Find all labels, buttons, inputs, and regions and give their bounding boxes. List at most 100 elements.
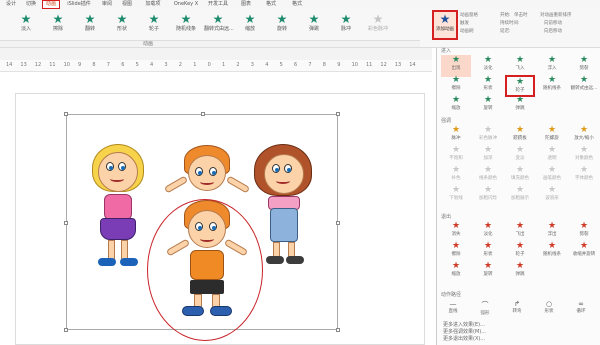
emph-effect-item[interactable]: ★ 下划线 [441, 185, 471, 207]
entr-effect-item[interactable]: ★ 随机线条 [537, 75, 567, 97]
star-icon: ★ [483, 261, 493, 271]
exit-effect-item[interactable]: ★ 擦除 [441, 241, 471, 263]
tab-8[interactable]: 开发工具 [204, 0, 232, 9]
gallery-item[interactable]: ★ 擦除 [44, 12, 72, 40]
gallery-item[interactable]: ★ 彩色脉冲 [364, 12, 392, 40]
entr-effect-item[interactable]: ★ 浮入 [537, 55, 567, 77]
effect-label: 跷跷板 [513, 136, 527, 141]
motion-path-item[interactable]: — 直线 [441, 300, 465, 314]
tab-1[interactable]: 切换 [22, 0, 40, 9]
emph-effect-item[interactable]: ★ 变淡 [505, 145, 535, 167]
emph-effect-item[interactable]: ★ 脉冲 [441, 125, 471, 147]
move-later-button[interactable]: 向后移动 [544, 29, 562, 35]
effect-label: 淡化 [483, 232, 493, 237]
entr-effect-item[interactable]: ★ 旋转 [473, 95, 503, 117]
motion-path-item[interactable]: ↱ 转弯 [505, 300, 529, 314]
entr-effect-item[interactable]: ★ 轮子 [505, 75, 535, 97]
entr-effect-item[interactable]: ★ 出现 [441, 55, 471, 77]
resize-handle[interactable] [336, 328, 340, 332]
emph-effect-item[interactable]: ★ 加粗闪烁 [473, 185, 503, 207]
more-effects-link[interactable]: 更多退出效果(X)... [443, 336, 485, 343]
emph-effect-item[interactable]: ★ 跷跷板 [505, 125, 535, 147]
resize-handle[interactable] [336, 221, 340, 225]
exit-effect-item[interactable]: ★ 浮出 [537, 221, 567, 243]
tab-10[interactable]: 格式 [260, 0, 282, 9]
add-animation-button[interactable]: ★ 添加动画 [432, 10, 458, 40]
exit-effect-item[interactable]: ★ 弹跳 [505, 261, 535, 283]
emph-effect-item[interactable]: ★ 放大/缩小 [569, 125, 599, 147]
tab-4[interactable]: 审阅 [98, 0, 116, 9]
exit-effect-item[interactable]: ★ 轮子 [505, 241, 535, 263]
blonde-girl-illustration [90, 142, 146, 272]
gallery-item[interactable]: ★ 随机线条 [172, 12, 200, 40]
resize-handle[interactable] [64, 328, 68, 332]
exit-effect-item[interactable]: ★ 消失 [441, 221, 471, 243]
tab-0[interactable]: 设计 [2, 0, 20, 9]
resize-handle[interactable] [201, 112, 205, 116]
motion-path-item[interactable]: ○ 形状 [537, 300, 561, 314]
gallery-item[interactable]: ★ 弹跳 [300, 12, 328, 40]
tab-2[interactable]: 动画 [42, 0, 60, 9]
motion-path-item[interactable]: ∞ 循环 [569, 300, 593, 314]
ruler-number: 1 [193, 62, 197, 68]
exit-effect-item[interactable]: ★ 淡化 [473, 221, 503, 243]
emph-effect-item[interactable]: ★ 线条颜色 [473, 165, 503, 187]
entr-effect-item[interactable]: ★ 缩放 [441, 95, 471, 117]
emph-effect-item[interactable]: ★ 加粗展示 [505, 185, 535, 207]
emph-effect-item[interactable]: ★ 加深 [473, 145, 503, 167]
tab-3[interactable]: iSlide插件 [62, 0, 96, 9]
emph-effect-item[interactable]: ★ 不饱和 [441, 145, 471, 167]
emph-effect-item[interactable]: ★ 补色 [441, 165, 471, 187]
start-dropdown[interactable]: 单击时 [514, 13, 528, 19]
gallery-item[interactable]: ★ 翻转 [76, 12, 104, 40]
exit-effect-item[interactable]: ★ 收缩并旋转 [569, 241, 599, 263]
emph-effect-item[interactable]: ★ 透明 [537, 145, 567, 167]
entr-effect-item[interactable]: ★ 擦除 [441, 75, 471, 97]
more-effects-link[interactable]: 更多进入效果(E)... [443, 322, 485, 329]
gallery-item[interactable]: ★ 缩放 [236, 12, 264, 40]
exit-effect-item[interactable]: ★ 飞出 [505, 221, 535, 243]
entr-effect-item[interactable]: ★ 弹跳 [505, 95, 535, 117]
star-icon: ★ [579, 55, 589, 65]
gallery-item[interactable]: ★ 形状 [108, 12, 136, 40]
gallery-item[interactable]: ★ 轮子 [140, 12, 168, 40]
gallery-item[interactable]: ★ 淡入 [12, 12, 40, 40]
exit-effect-item[interactable]: ★ 随机线条 [537, 241, 567, 263]
gallery-item[interactable]: ★ 旋转 [268, 12, 296, 40]
exit-effect-item[interactable]: ★ 旋转 [473, 261, 503, 283]
emph-effect-item[interactable]: ★ 陀螺旋 [537, 125, 567, 147]
move-earlier-button[interactable]: 向前移动 [544, 21, 562, 27]
gallery-item[interactable]: ★ 翻转式由远... [204, 12, 234, 40]
emph-effect-item[interactable]: ★ 对象颜色 [569, 145, 599, 167]
resize-handle[interactable] [336, 112, 340, 116]
entr-effect-item[interactable]: ★ 劈裂 [569, 55, 599, 77]
gallery-item[interactable]: ★ 脉冲 [332, 12, 360, 40]
trigger-button[interactable]: 触发 [460, 21, 469, 27]
emph-effect-item[interactable]: ★ 波浪形 [537, 185, 567, 207]
resize-handle[interactable] [64, 112, 68, 116]
tab-9[interactable]: 图表 [235, 0, 257, 9]
exit-effect-item[interactable]: ★ 劈裂 [569, 221, 599, 243]
more-effects-link[interactable]: 更多强调效果(M)... [443, 329, 486, 336]
motion-path-item[interactable]: ⌒ 弧形 [473, 300, 497, 316]
entr-effect-item[interactable]: ★ 形状 [473, 75, 503, 97]
emph-effect-item[interactable]: ★ 画笔颜色 [537, 165, 567, 187]
animation-pane-button[interactable]: 动画窗格 [460, 13, 478, 19]
star-icon: ★ [579, 165, 589, 175]
tab-5[interactable]: 视图 [118, 0, 136, 9]
tab-11[interactable]: 格式 [286, 0, 308, 9]
exit-effect-item[interactable]: ★ 形状 [473, 241, 503, 263]
gallery-item-label: 翻转式由远... [204, 26, 234, 32]
emph-effect-item[interactable]: ★ 填充颜色 [505, 165, 535, 187]
entr-effect-item[interactable]: ★ 淡化 [473, 55, 503, 77]
entr-effect-item[interactable]: ★ 飞入 [505, 55, 535, 77]
tab-7[interactable]: OneKey X [170, 0, 202, 9]
star-icon: ★ [483, 145, 493, 155]
resize-handle[interactable] [64, 221, 68, 225]
emph-effect-item[interactable]: ★ 字体颜色 [569, 165, 599, 187]
emph-effect-item[interactable]: ★ 彩色脉冲 [473, 125, 503, 147]
entr-effect-item[interactable]: ★ 翻转式由远... [569, 75, 599, 97]
animation-painter-button[interactable]: 动画刷 [460, 29, 474, 35]
exit-effect-item[interactable]: ★ 缩放 [441, 261, 471, 283]
tab-6[interactable]: 加载项 [140, 0, 166, 9]
